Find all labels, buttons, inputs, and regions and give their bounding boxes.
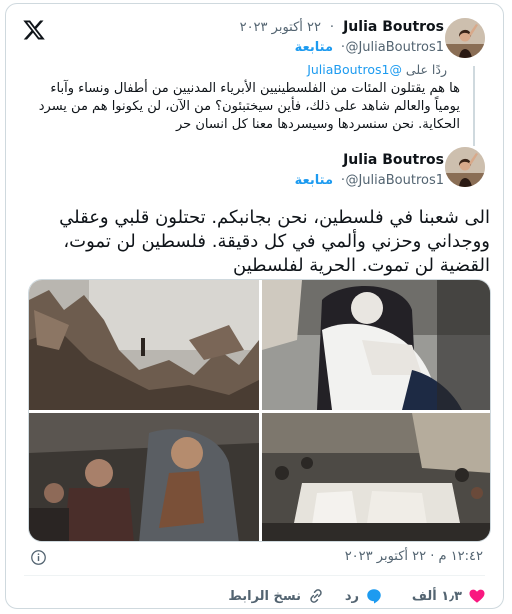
- reply-tweet-text: ها هم يقتلون المئات من الفلسطينيين الأبر…: [38, 81, 460, 132]
- thread-connector-line: [473, 66, 475, 146]
- photo-ruins[interactable]: [29, 280, 259, 410]
- tweet-date[interactable]: ٢٢ أكتوبر ٢٠٢٣: [240, 20, 321, 35]
- replying-to: ردًا على @JuliaBoutros1: [307, 62, 447, 77]
- media-grid[interactable]: [28, 279, 491, 542]
- reply-label: رد: [344, 588, 359, 604]
- copy-link-button[interactable]: نسخ الرابط: [228, 587, 325, 605]
- meta-separator: ·: [329, 20, 334, 35]
- replying-to-label: ردًا على: [405, 62, 447, 77]
- like-count: ١٫٣ ألف: [411, 588, 462, 604]
- photo-funeral-crowd[interactable]: [262, 413, 490, 541]
- divider: [24, 575, 485, 576]
- x-logo-icon[interactable]: [22, 18, 46, 42]
- like-button[interactable]: ١٫٣ ألف: [412, 587, 486, 605]
- info-icon[interactable]: [30, 549, 47, 566]
- heart-icon: [469, 589, 485, 603]
- tweet-embed-card[interactable]: Julia Boutros · ٢٢ أكتوبر ٢٠٢٣ @JuliaBou…: [5, 3, 504, 609]
- copy-link-label: نسخ الرابط: [228, 588, 301, 604]
- meta-separator: ·: [340, 173, 345, 188]
- author-handle[interactable]: @JuliaBoutros1: [345, 173, 444, 188]
- replying-to-handle[interactable]: @JuliaBoutros1: [307, 62, 402, 77]
- avatar[interactable]: [445, 147, 485, 187]
- reply-bubble-icon: [367, 589, 381, 604]
- reply-button[interactable]: رد: [345, 587, 383, 605]
- link-icon: [310, 589, 322, 603]
- avatar[interactable]: [445, 18, 485, 58]
- tweet-timestamp[interactable]: ١٢:٤٢ م · ٢٢ أكتوبر ٢٠٢٣: [345, 549, 483, 564]
- author-name[interactable]: Julia Boutros: [343, 152, 444, 168]
- meta-separator: ·: [340, 40, 345, 55]
- photo-mourning-woman[interactable]: [262, 280, 490, 410]
- follow-button[interactable]: متابعة: [295, 173, 333, 188]
- follow-button[interactable]: متابعة: [295, 40, 333, 55]
- photo-father-child[interactable]: [29, 413, 259, 541]
- author-handle[interactable]: @JuliaBoutros1: [345, 40, 444, 55]
- tweet-text: الى شعبنا في فلسطين، نحن بجانبكم. تحتلون…: [59, 207, 490, 276]
- author-name[interactable]: Julia Boutros: [343, 19, 444, 35]
